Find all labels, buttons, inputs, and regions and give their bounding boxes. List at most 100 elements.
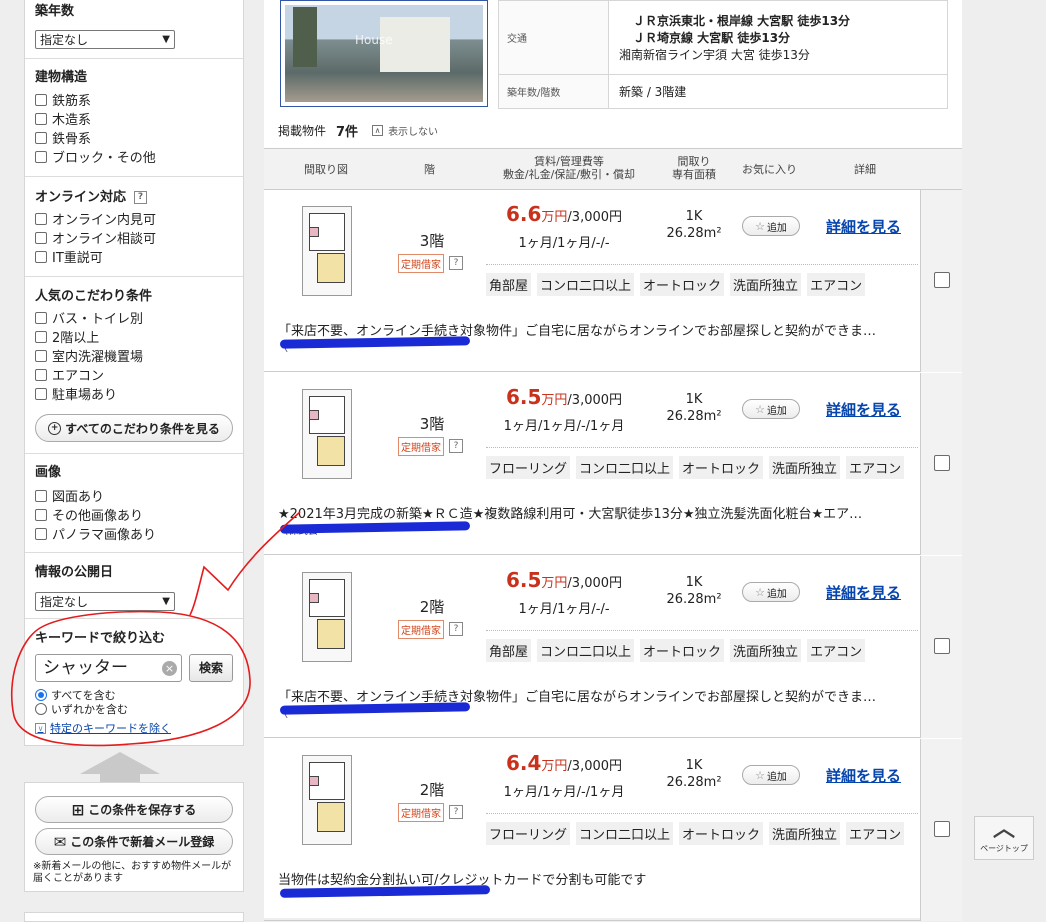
checkbox-icon[interactable] [35, 387, 47, 400]
header-favorite: お気に入り [742, 163, 797, 176]
checkbox-icon[interactable] [35, 349, 47, 362]
popular-option[interactable]: バス・トイレ別 [35, 308, 235, 327]
new-mail-button[interactable]: ✉ この条件で新着メール登録 [35, 828, 233, 855]
radio-any[interactable]: いずれかを含む [35, 702, 128, 716]
help-icon[interactable]: ? [449, 256, 463, 270]
checkbox-icon[interactable] [35, 311, 47, 324]
star-icon: ☆ [755, 219, 765, 233]
star-icon: ☆ [755, 585, 765, 599]
online-option[interactable]: IT重説可 [35, 247, 235, 266]
detail-link[interactable]: 詳細を見る [826, 765, 901, 786]
floorplan-room [309, 227, 319, 237]
images-option[interactable]: パノラマ画像あり [35, 524, 235, 543]
redaction-mark [279, 702, 471, 715]
save-note: ※新着メールの他に、おすすめ物件メールが届くことがあります [33, 861, 232, 884]
checkbox-icon[interactable] [934, 638, 950, 654]
deposit-value: 1ヶ月/1ヶ月/-/- [518, 602, 610, 617]
property-photo[interactable]: House [280, 0, 488, 107]
floor-value: 2階 [419, 598, 445, 616]
deposit-value: 1ヶ月/1ヶ月/-/1ヶ月 [503, 419, 625, 434]
images-option-label: その他画像あり [52, 509, 144, 524]
add-favorite-button[interactable]: ☆ 追加 [742, 582, 800, 602]
checkbox-icon[interactable] [35, 150, 47, 163]
add-favorite-button[interactable]: ☆ 追加 [742, 399, 800, 419]
all-conditions-label: すべてのこだわり条件を見る [65, 421, 220, 436]
fixed-term-tag: 定期借家 [398, 254, 444, 273]
structure-option[interactable]: 鉄筋系 [35, 90, 235, 109]
layout-area: 1K 26.28m² [654, 391, 734, 425]
feature-tag: エアコン [846, 822, 905, 845]
page-top-button[interactable]: ︿ ページトップ [974, 816, 1034, 860]
detail-link[interactable]: 詳細を見る [826, 399, 901, 420]
online-option[interactable]: オンライン内見可 [35, 209, 235, 228]
all-conditions-button[interactable]: + すべてのこだわり条件を見る [35, 414, 233, 442]
feature-tags: 角部屋 コンロ二口以上 オートロック 洗面所独立 エアコン [486, 639, 866, 662]
popular-option[interactable]: 駐車場あり [35, 384, 235, 403]
listing-description: 当物件は契約金分割払い可/クレジットカードで分割も可能です [278, 873, 647, 888]
checkbox-icon[interactable] [35, 231, 47, 244]
hide-toggle[interactable]: ∧ 表示しない [372, 123, 438, 138]
detail-link[interactable]: 詳細を見る [826, 216, 901, 237]
checkbox-icon[interactable] [35, 368, 47, 381]
checkbox-icon[interactable] [35, 489, 47, 502]
online-option[interactable]: オンライン相談可 [35, 228, 235, 247]
popular-option[interactable]: 2階以上 [35, 327, 235, 346]
age-select[interactable]: 指定なし ▼ [35, 30, 175, 49]
compare-rail [920, 556, 962, 738]
property-photo-image: House [285, 5, 483, 102]
checkbox-icon[interactable] [35, 93, 47, 106]
help-icon[interactable]: ? [134, 191, 148, 204]
detail-link[interactable]: 詳細を見る [826, 582, 901, 603]
layout-value: 1K [685, 575, 703, 590]
floorplan-image[interactable] [302, 389, 352, 479]
floorplan-room [317, 619, 345, 649]
published-select[interactable]: 指定なし ▼ [35, 592, 175, 611]
header-rent: 賃料/管理費等 敷金/礼金/保証/敷引・償却 [494, 155, 644, 181]
checkbox-icon[interactable] [35, 330, 47, 343]
checkbox-icon[interactable] [35, 212, 47, 225]
checkbox-icon[interactable] [35, 527, 47, 540]
keyword-input[interactable]: シャッター × [35, 654, 182, 682]
help-icon[interactable]: ? [449, 805, 463, 819]
keyword-search-button[interactable]: 検索 [189, 654, 233, 682]
exclude-keyword-link[interactable]: ∨ 特定のキーワードを除く [35, 720, 171, 736]
help-icon[interactable]: ? [449, 622, 463, 636]
structure-option[interactable]: 鉄骨系 [35, 128, 235, 147]
structure-option[interactable]: ブロック・その他 [35, 147, 235, 166]
checkbox-icon[interactable] [934, 455, 950, 471]
checkbox-icon[interactable] [35, 250, 47, 263]
compare-rail [920, 190, 962, 372]
radio-icon[interactable] [35, 703, 47, 715]
listing-header: 間取り図 階 賃料/管理費等 敷金/礼金/保証/敷引・償却 間取り 専有面積 お… [264, 148, 962, 190]
checkbox-icon[interactable] [35, 131, 47, 144]
checkbox-icon[interactable] [934, 272, 950, 288]
help-icon[interactable]: ? [449, 439, 463, 453]
header-layout: 間取り 専有面積 [662, 155, 726, 181]
images-option[interactable]: その他画像あり [35, 505, 235, 524]
access-label: 交通 [498, 0, 609, 75]
floorplan-room [309, 410, 319, 420]
popular-option[interactable]: 室内洗濯機置場 [35, 346, 235, 365]
floorplan-image[interactable] [302, 755, 352, 845]
management-fee: /3,000円 [567, 576, 623, 591]
checkbox-icon[interactable] [934, 821, 950, 837]
add-favorite-button[interactable]: ☆ 追加 [742, 216, 800, 236]
save-conditions-button[interactable]: ⊞ この条件を保存する [35, 796, 233, 823]
access-value: ＪＲ京浜東北・根岸線 大宮駅 徒歩13分 ＪＲ埼京線 大宮駅 徒歩13分 湘南新… [608, 0, 948, 75]
images-option[interactable]: 図面あり [35, 486, 235, 505]
radio-all[interactable]: すべてを含む [35, 688, 116, 702]
structure-section: 建物構造 鉄筋系 木造系 鉄骨系 ブロック・その他 [35, 66, 235, 166]
age-floors-value: 新築 / 3階建 [608, 74, 948, 109]
add-favorite-label: 追加 [766, 222, 787, 234]
feature-tag: コンロ二口以上 [576, 822, 674, 845]
checkbox-icon[interactable] [35, 508, 47, 521]
clear-icon[interactable]: × [162, 661, 177, 676]
access-line: ＪＲ埼京線 大宮駅 徒歩13分 [633, 31, 791, 45]
checkbox-icon[interactable] [35, 112, 47, 125]
floorplan-image[interactable] [302, 206, 352, 296]
structure-option[interactable]: 木造系 [35, 109, 235, 128]
radio-icon[interactable] [35, 689, 47, 701]
add-favorite-button[interactable]: ☆ 追加 [742, 765, 800, 785]
floorplan-image[interactable] [302, 572, 352, 662]
popular-option[interactable]: エアコン [35, 365, 235, 384]
